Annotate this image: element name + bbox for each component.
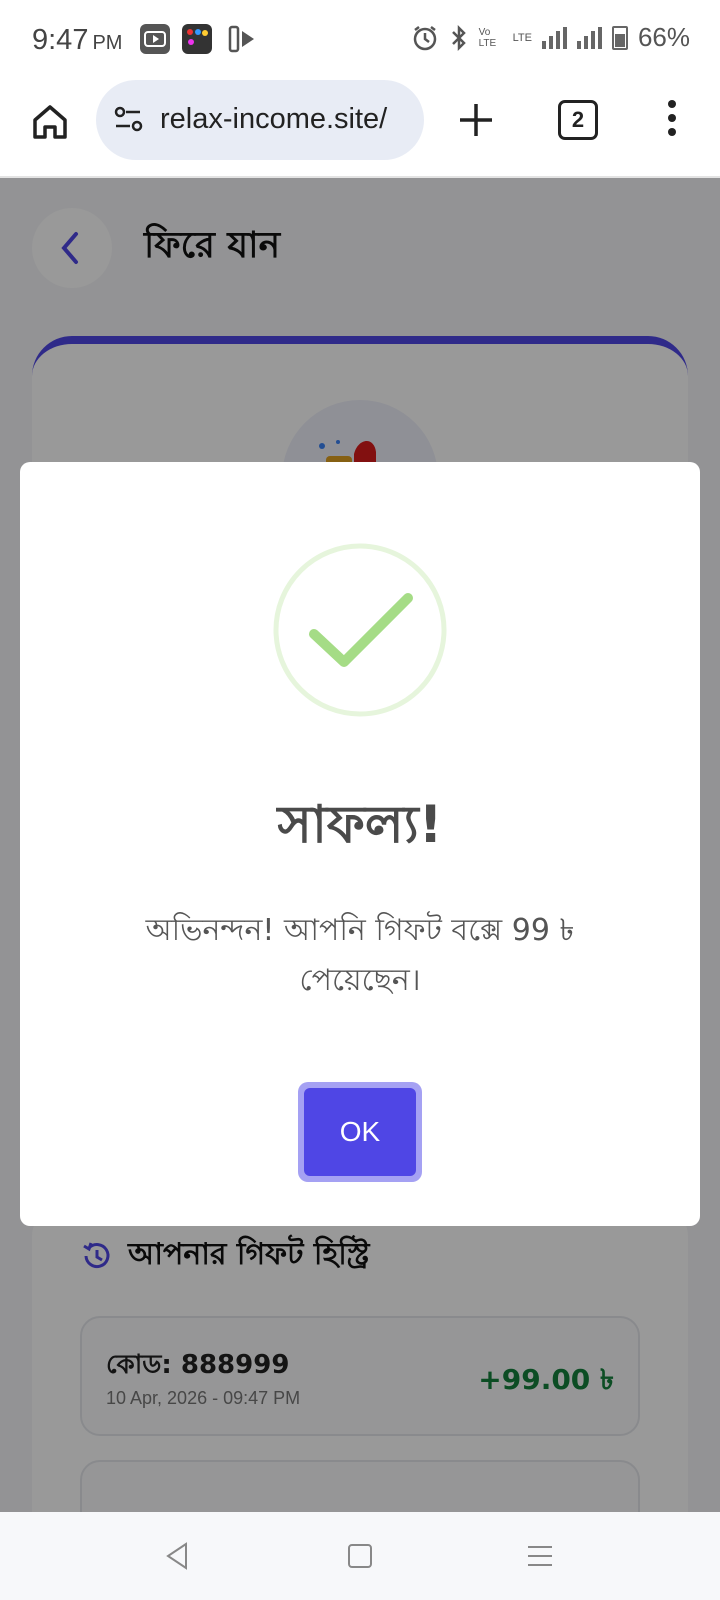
system-nav-bar bbox=[0, 1512, 720, 1600]
signal-icon bbox=[541, 26, 567, 49]
back-nav-icon[interactable] bbox=[162, 1540, 194, 1572]
status-ampm: PM bbox=[92, 32, 123, 54]
status-clock: 9:47 bbox=[32, 24, 89, 56]
ok-button[interactable]: OK bbox=[304, 1088, 416, 1176]
lte-label: LTE bbox=[512, 31, 532, 44]
home-icon[interactable] bbox=[28, 100, 72, 144]
signal-icon-2 bbox=[576, 26, 602, 49]
modal-message: অভিনন্দন! আপনি গিফট বক্সে 99 ৳ পেয়েছেন। bbox=[145, 913, 575, 998]
overflow-menu-icon[interactable] bbox=[664, 98, 680, 138]
battery-level: 66% bbox=[637, 22, 690, 52]
home-nav-icon[interactable] bbox=[344, 1540, 376, 1572]
success-modal: সাফল্য! অভিনন্দন! আপনি গিফট বক্সে 99 ৳ প… bbox=[20, 462, 700, 1226]
status-indicators: Vo LTE LTE 66% bbox=[411, 22, 690, 53]
play-store-icon bbox=[226, 24, 256, 54]
modal-title: সাফল্য! bbox=[277, 795, 443, 855]
tab-switcher-icon[interactable]: 2 bbox=[558, 100, 598, 140]
app-icon bbox=[182, 24, 212, 54]
success-check-icon bbox=[272, 542, 448, 718]
recents-nav-icon[interactable] bbox=[524, 1540, 556, 1572]
tab-count: 2 bbox=[571, 107, 585, 132]
new-tab-plus-icon[interactable] bbox=[456, 100, 496, 140]
alarm-icon bbox=[413, 25, 436, 50]
status-time: 9:47 PM bbox=[32, 24, 122, 57]
browser-toolbar: relax-income.site/ 2 bbox=[0, 80, 720, 178]
volte-label: Vo LTE bbox=[478, 26, 497, 49]
battery-icon bbox=[611, 25, 628, 50]
status-bar: 9:47 PM Vo LTE LTE 66% bbox=[0, 0, 720, 80]
address-bar[interactable]: relax-income.site/ bbox=[96, 80, 424, 160]
url-text: relax-income.site/ bbox=[160, 103, 388, 135]
youtube-icon bbox=[140, 24, 170, 54]
site-settings-icon[interactable] bbox=[112, 102, 146, 136]
bluetooth-icon bbox=[451, 24, 466, 51]
